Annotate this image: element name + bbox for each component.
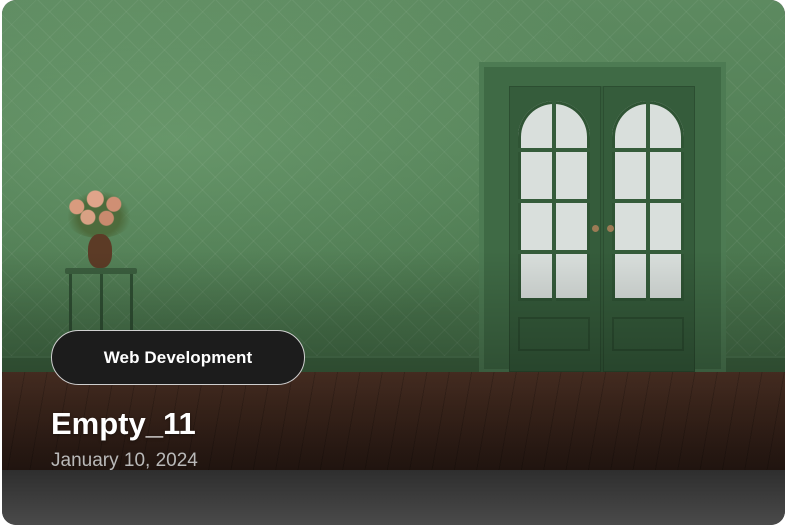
post-title[interactable]: Empty_11	[51, 406, 196, 442]
cover-image	[2, 0, 785, 470]
door-knob	[607, 225, 614, 232]
post-card[interactable]: Web Development Empty_11 January 10, 202…	[2, 0, 785, 525]
card-footer-bar	[2, 470, 785, 525]
door-knob	[592, 225, 599, 232]
post-date: January 10, 2024	[51, 450, 198, 471]
category-tag-button[interactable]: Web Development	[51, 330, 305, 385]
flower-bouquet	[62, 186, 136, 238]
